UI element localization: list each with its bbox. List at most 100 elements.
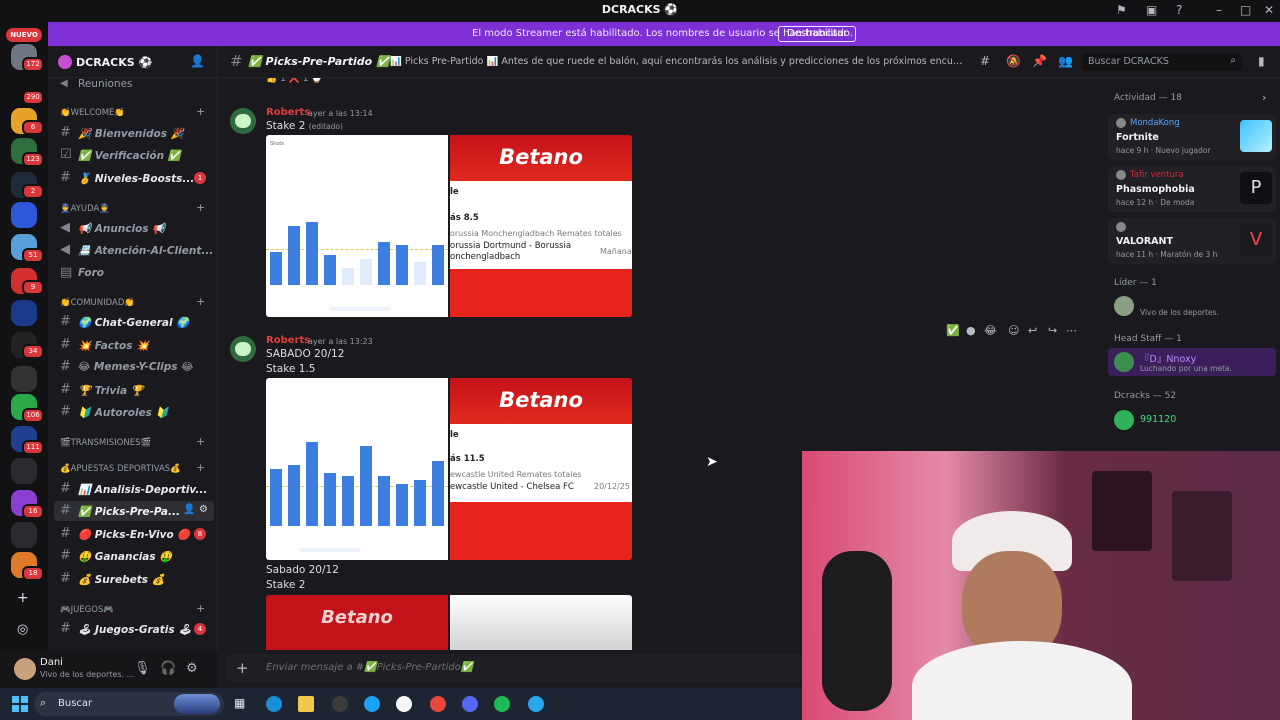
channel-factos[interactable]: # 💥 Factos 💥: [54, 335, 214, 355]
channel-niveles-boosts[interactable]: # 🏅 Niveles-Boosts... 1: [54, 168, 214, 188]
betano-image[interactable]: Betano le ás 11.5 ewcastle United Remate…: [450, 378, 632, 560]
windows-start-icon[interactable]: [12, 696, 28, 712]
channel-trivia[interactable]: # 🏆 Trivia 🏆: [54, 380, 214, 400]
channel-juegos-gratis[interactable]: # 🕹 Juegos-Gratis 🕹 4: [54, 619, 214, 639]
category-apuestas-deportivas[interactable]: 💰APUESTAS DEPORTIVAS💰: [60, 464, 181, 474]
add-server-icon[interactable]: +: [17, 590, 29, 606]
activity-card[interactable]: Tafir ventura Phasmophobia hace 12 h · D…: [1108, 166, 1276, 212]
disable-streamer-button[interactable]: Deshabilitar: [778, 26, 857, 42]
search-input[interactable]: Buscar DCRACKS ⌕: [1082, 53, 1242, 71]
channel-foro[interactable]: ▤ Foro: [54, 263, 214, 283]
member-row[interactable]: 991120: [1108, 406, 1276, 434]
edge-dev-icon[interactable]: [364, 696, 380, 712]
channel-ganancias[interactable]: # 🤑 Ganancias 🤑: [54, 546, 214, 566]
add-reaction-icon[interactable]: ☺: [1008, 324, 1019, 337]
category-transmisiones[interactable]: 🎬TRANSMISIONES🎬: [60, 438, 151, 448]
channel-picks-pre-partido[interactable]: # ✅ Picks-Pre-Pa... 👤 ⚙: [54, 501, 214, 521]
betano-image[interactable]: Betano: [266, 595, 448, 650]
member-status: Luchando por una meta.: [1140, 364, 1232, 373]
edge-icon[interactable]: [266, 696, 282, 712]
channel-reuniones[interactable]: ◀ Reuniones: [54, 74, 214, 94]
betano-image[interactable]: Betano le ás 8.5 orussia Monchengladbach…: [450, 135, 632, 317]
server-icon[interactable]: [11, 458, 37, 484]
server-icon[interactable]: [11, 300, 37, 326]
stats-chart-image[interactable]: Shots: [266, 135, 448, 317]
maximize-icon[interactable]: □: [1240, 3, 1251, 17]
add-channel-icon[interactable]: +: [196, 295, 205, 308]
members-icon[interactable]: 👥: [1058, 54, 1073, 68]
avatar[interactable]: [230, 336, 256, 362]
discover-icon[interactable]: ◎: [17, 622, 28, 637]
gear-icon[interactable]: ⚙: [186, 661, 198, 676]
chart-bar: [360, 259, 372, 285]
channel-bienvenidos[interactable]: # 🎉 Bienvenidos 🎉: [54, 123, 214, 143]
betano-image[interactable]: [450, 595, 632, 650]
taskbar-search[interactable]: ⌕ Buscar: [34, 692, 224, 716]
microphone-icon[interactable]: 🎙: [134, 661, 151, 676]
hash-icon: #: [60, 170, 71, 185]
forward-icon[interactable]: ↪: [1048, 324, 1057, 337]
category-welcome[interactable]: 👏WELCOME👏: [60, 108, 125, 118]
add-channel-icon[interactable]: +: [196, 201, 205, 214]
category-ayuda[interactable]: 👮AYUDA👮: [60, 204, 110, 214]
channel-verificacion[interactable]: ☑ ✅ Verificación ✅: [54, 145, 214, 165]
channel-analisis-deportivo[interactable]: # 📊 Analisis-Deportiv...: [54, 479, 214, 499]
spotify-icon[interactable]: [494, 696, 510, 712]
discord-icon[interactable]: [462, 696, 478, 712]
headphones-icon[interactable]: 🎧: [160, 661, 176, 676]
member-row[interactable]: Vivo de los deportes.: [1108, 292, 1276, 320]
minimize-icon[interactable]: –: [1216, 3, 1222, 17]
activity-card[interactable]: MondaKong Fortnite hace 9 h · Nuevo juga…: [1108, 114, 1276, 160]
check-reaction-icon[interactable]: ✅: [946, 324, 960, 337]
attach-plus-icon[interactable]: +: [236, 659, 249, 677]
add-channel-icon[interactable]: +: [196, 435, 205, 448]
threads-icon[interactable]: #: [980, 54, 990, 68]
chrome-icon[interactable]: [430, 696, 446, 712]
avatar[interactable]: [14, 658, 36, 680]
obs-icon[interactable]: [332, 696, 348, 712]
channel-atencion-al-cliente[interactable]: ◀ 📇 Atención-Al-Client...: [54, 240, 214, 260]
close-window-icon[interactable]: ✕: [1264, 3, 1274, 17]
channel-settings-icon[interactable]: 👤 ⚙: [183, 504, 208, 515]
channel-anuncios[interactable]: ◀ 📢 Anuncios 📢: [54, 218, 214, 238]
member-row[interactable]: 『D』Nnoxy Luchando por una meta.: [1108, 348, 1276, 376]
channel-autoroles[interactable]: # 🔰 Autoroles 🔰: [54, 402, 214, 422]
telegram-icon[interactable]: [528, 696, 544, 712]
chevron-right-icon[interactable]: ›: [1262, 91, 1266, 104]
title-bar: DCRACKS ⚽ ⚑ ▣ ? – □ ✕: [0, 0, 1280, 22]
channel-surebets[interactable]: # 💰 Surebets 💰: [54, 569, 214, 589]
server-icon[interactable]: [11, 202, 37, 228]
invite-people-icon[interactable]: 👤: [190, 54, 205, 68]
category-comunidad[interactable]: 👏COMUNIDAD👏: [60, 298, 135, 308]
server-icon[interactable]: [11, 366, 37, 392]
reply-icon[interactable]: ↩: [1028, 324, 1037, 337]
add-channel-icon[interactable]: +: [196, 602, 205, 615]
avatar[interactable]: [230, 108, 256, 134]
inbox-icon[interactable]: ⚑: [1116, 3, 1127, 17]
pin-icon[interactable]: 📌: [1032, 54, 1047, 68]
add-channel-icon[interactable]: +: [196, 105, 205, 118]
help-icon[interactable]: ?: [1176, 3, 1182, 17]
stats-chart-image[interactable]: [266, 378, 448, 560]
task-view-icon[interactable]: ▦: [234, 696, 245, 710]
chevron-down-icon: ⌄: [146, 56, 155, 67]
message-author[interactable]: Roberts: [266, 335, 310, 346]
category-juegos[interactable]: 🎮JUEGOS🎮: [60, 605, 114, 615]
file-explorer-icon[interactable]: [298, 696, 314, 712]
mute-bell-icon[interactable]: 🔕: [1006, 54, 1021, 68]
inbox-icon[interactable]: ▮: [1258, 54, 1265, 68]
screen-icon[interactable]: ▣: [1146, 3, 1157, 17]
add-channel-icon[interactable]: +: [196, 461, 205, 474]
app-icon[interactable]: [396, 696, 412, 712]
more-options-icon[interactable]: ⋯: [1066, 324, 1077, 337]
channel-memes-y-clips[interactable]: # 😂 Memes-Y-Clips 😂: [54, 357, 214, 377]
activity-card[interactable]: VALORANT hace 11 h · Maratón de 3 h V: [1108, 218, 1276, 264]
channel-topic[interactable]: 📊 Picks Pre-Partido 📊 Antes de que ruede…: [390, 56, 968, 67]
reactions-row[interactable]: 👍 1 ❌ 1 ⌚: [266, 78, 323, 84]
custom-emoji-icon[interactable]: ●: [966, 324, 976, 337]
laugh-emoji-icon[interactable]: 😂: [984, 324, 997, 337]
channel-chat-general[interactable]: # 🌍 Chat-General 🌍: [54, 312, 214, 332]
message-author[interactable]: Roberts: [266, 107, 310, 118]
channel-picks-en-vivo[interactable]: # 🔴 Picks-En-Vivo 🔴 8: [54, 524, 214, 544]
server-icon[interactable]: [11, 522, 37, 548]
